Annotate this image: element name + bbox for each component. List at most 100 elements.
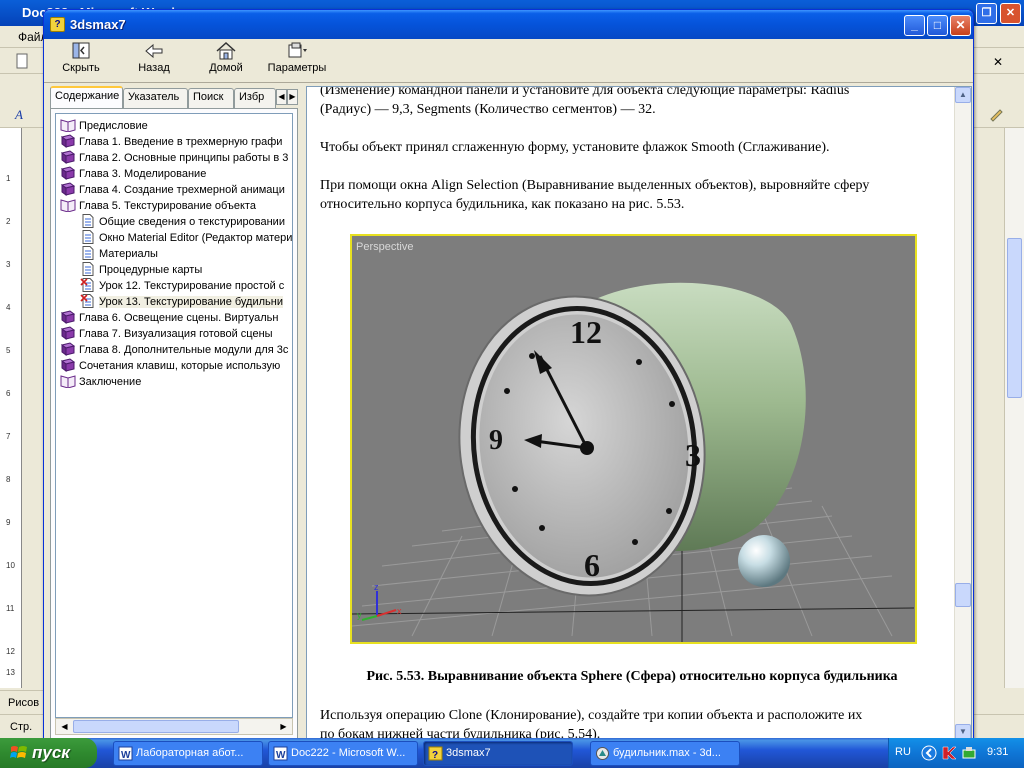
toc-item[interactable]: Урок 13. Текстурирование будильни	[80, 294, 283, 310]
word-doc-icon: W	[118, 746, 133, 761]
word-restore-button[interactable]: ❐	[976, 3, 997, 24]
content-vertical-scrollbar[interactable]: ▲ ▼	[954, 87, 971, 740]
options-button[interactable]: Параметры	[266, 41, 328, 81]
open-book-icon	[60, 119, 76, 132]
toc-item-label: Сочетания клавиш, которые использую	[79, 360, 281, 372]
ruler-number: 9	[6, 518, 11, 527]
tab-index[interactable]: Указатель	[123, 88, 188, 108]
tray-expand-icon[interactable]	[921, 745, 937, 761]
tab-contents[interactable]: Содержание	[50, 86, 123, 108]
toc-item-label: Общие сведения о текстурировании	[99, 216, 285, 228]
ruler-number: 12	[6, 647, 15, 656]
home-button[interactable]: Домой	[204, 41, 248, 81]
minimize-button[interactable]: _	[904, 15, 925, 36]
toc-item[interactable]: Сочетания клавиш, которые использую	[60, 358, 280, 374]
style-icon[interactable]: A	[14, 106, 30, 122]
scroll-right-icon[interactable]: ▶	[276, 720, 291, 733]
options-icon	[288, 42, 307, 58]
toc-item-label: Глава 1. Введение в трехмерную графи	[79, 136, 283, 148]
toc-item[interactable]: Общие сведения о текстурировании	[80, 214, 285, 230]
back-label: Назад	[138, 62, 170, 74]
paragraph-line: Используя операцию Clone (Клонирование),…	[320, 708, 863, 723]
toc-item[interactable]: Глава 5. Текстурирование объекта	[60, 198, 256, 214]
contents-tree: Предисловие Глава 1. Введение в трехмерну…	[55, 113, 293, 718]
toc-item[interactable]: Глава 2. Основные принципы работы в 3	[60, 150, 288, 166]
paragraph: Чтобы объект принял сглаженную форму, ус…	[320, 140, 830, 155]
contents-horizontal-scrollbar[interactable]: ◀ ▶	[55, 718, 293, 735]
help-titlebar[interactable]: ? 3dsmax7 _ □ ✕	[44, 10, 973, 39]
back-arrow-icon	[145, 43, 163, 59]
clock-number: 9	[489, 425, 503, 456]
hide-button[interactable]: Скрыть	[56, 41, 106, 81]
open-book-icon	[60, 199, 76, 212]
ruler-number: 7	[6, 432, 11, 441]
help-title: 3dsmax7	[70, 17, 126, 32]
content-scroll-thumb[interactable]	[955, 583, 971, 607]
start-button[interactable]: пуск	[0, 738, 97, 768]
back-button[interactable]: Назад	[132, 41, 176, 81]
toc-item[interactable]: Глава 8. Дополнительные модули для 3с	[60, 342, 288, 358]
task-label: Лабораторная абот...	[136, 747, 244, 759]
word-close-button[interactable]: ✕	[1000, 3, 1021, 24]
toc-item-label: Процедурные карты	[99, 264, 203, 276]
toc-item-label: Глава 6. Освещение сцены. Виртуальн	[79, 312, 279, 324]
task-3dsmax-scene[interactable]: будильник.max - 3d...	[590, 741, 740, 766]
hide-label: Скрыть	[62, 62, 100, 74]
language-indicator[interactable]: RU	[895, 746, 911, 758]
toc-item-label: Глава 4. Создание трехмерной анимаци	[79, 184, 285, 196]
nav-tabs: Содержание Указатель Поиск Избр ◀ ▶	[50, 86, 298, 108]
closed-book-icon	[60, 182, 76, 196]
start-label: пуск	[32, 743, 70, 762]
closed-book-icon	[60, 310, 76, 324]
pencil-icon[interactable]	[988, 106, 1004, 122]
tab-scroll-arrows: ◀ ▶	[276, 89, 298, 105]
hide-pane-icon	[72, 42, 90, 59]
options-label: Параметры	[267, 62, 327, 74]
task-doc222[interactable]: W Doc222 - Microsoft W...	[268, 741, 418, 766]
close-button[interactable]: ✕	[950, 15, 971, 36]
toc-item-label: Глава 8. Дополнительные модули для 3с	[79, 344, 289, 356]
max-app-icon	[596, 747, 609, 760]
toc-item-label: Урок 12. Текстурирование простой с	[99, 280, 285, 292]
word-vertical-scrollbar[interactable]	[1004, 128, 1024, 688]
toc-item-label: Глава 5. Текстурирование объекта	[79, 200, 256, 212]
network-icon[interactable]	[961, 745, 977, 761]
scroll-left-icon[interactable]: ◀	[57, 720, 72, 733]
ruler-number: 3	[6, 260, 11, 269]
task-label: 3dsmax7	[446, 747, 491, 759]
toc-item[interactable]: Материалы	[80, 246, 158, 262]
toc-item[interactable]: Глава 7. Визуализация готовой сцены	[60, 326, 273, 342]
task-3dsmax7-help[interactable]: ? 3dsmax7	[423, 741, 573, 766]
tab-favorites[interactable]: Избр	[234, 88, 276, 108]
toc-item[interactable]: Заключение	[60, 374, 141, 390]
scroll-up-icon[interactable]: ▲	[955, 87, 971, 103]
tab-scroll-right-icon[interactable]: ▶	[287, 89, 298, 105]
closed-book-icon	[60, 150, 76, 164]
toc-item[interactable]: Глава 4. Создание трехмерной анимаци	[60, 182, 285, 198]
closed-book-icon	[60, 326, 76, 340]
tab-scroll-left-icon[interactable]: ◀	[276, 89, 287, 105]
draw-menu[interactable]: Рисов	[8, 697, 39, 709]
contents-scroll-thumb[interactable]	[73, 720, 239, 733]
maximize-button[interactable]: □	[927, 15, 948, 36]
toc-item[interactable]: Глава 3. Моделирование	[60, 166, 206, 182]
task-lab-document[interactable]: W Лабораторная абот...	[113, 741, 263, 766]
word-scroll-thumb[interactable]	[1007, 238, 1022, 398]
lesson-page-icon	[80, 294, 94, 308]
new-document-icon[interactable]	[14, 53, 30, 69]
toc-item[interactable]: Процедурные карты	[80, 262, 202, 278]
toc-item[interactable]: Окно Material Editor (Редактор матери	[80, 230, 292, 246]
toc-item[interactable]: Глава 6. Освещение сцены. Виртуальн	[60, 310, 278, 326]
toc-item[interactable]: Глава 1. Введение в трехмерную графи	[60, 134, 282, 150]
tab-search[interactable]: Поиск	[188, 88, 234, 108]
toc-item-label: Урок 13. Текстурирование будильни	[99, 296, 283, 308]
task-label: будильник.max - 3d...	[613, 747, 721, 759]
toc-item[interactable]: Урок 12. Текстурирование простой с	[80, 278, 284, 294]
paragraph-line: При помощи окна Align Selection (Выравни…	[320, 178, 870, 193]
antivirus-icon[interactable]	[941, 745, 957, 761]
vertical-ruler: 1 2 3 4 5 6 7 8 9 10 11 12 13	[0, 128, 22, 688]
windows-logo-icon	[10, 746, 27, 758]
toc-item[interactable]: Предисловие	[60, 118, 148, 134]
word-close-doc-icon[interactable]: ✕	[990, 53, 1006, 69]
toc-item-label: Окно Material Editor (Редактор матери	[99, 232, 293, 244]
